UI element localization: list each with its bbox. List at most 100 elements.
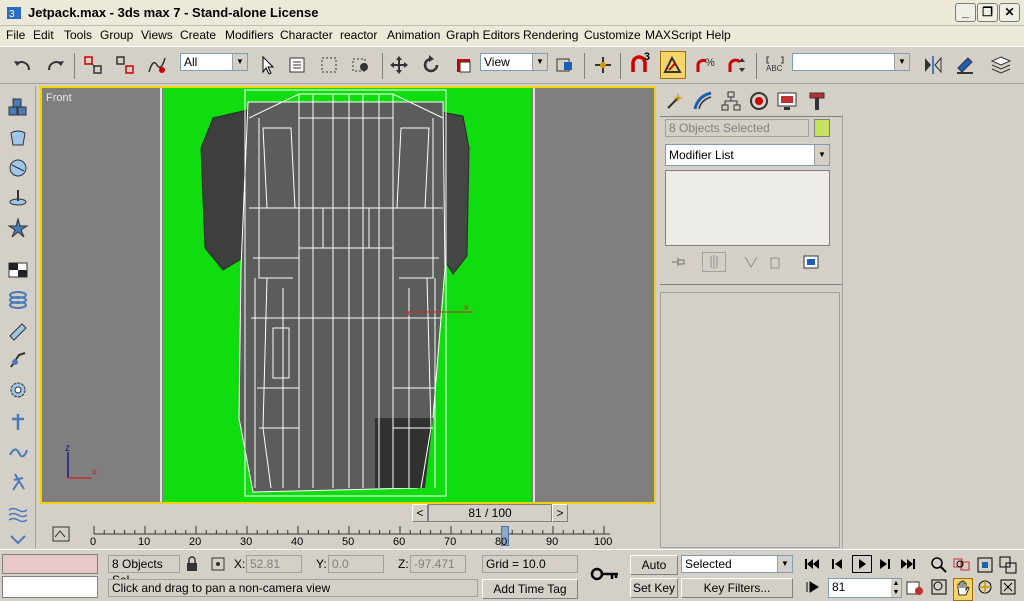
menu-create[interactable]: Create: [180, 28, 216, 42]
play-icon[interactable]: [852, 555, 872, 573]
objects-tab-button[interactable]: [6, 96, 30, 120]
menu-edit[interactable]: Edit: [33, 28, 54, 42]
go-to-end-icon[interactable]: [900, 557, 916, 574]
helpers-tab-button[interactable]: [6, 440, 30, 464]
select-and-move-button[interactable]: [386, 51, 412, 79]
menu-customize[interactable]: Customize: [584, 28, 641, 42]
maximize-button[interactable]: ❐: [977, 3, 998, 22]
menu-reactor[interactable]: reactor: [340, 28, 377, 42]
auto-key-button[interactable]: Auto Key: [630, 555, 678, 590]
particles-tab-button[interactable]: [6, 216, 30, 240]
character-tab-button[interactable]: [6, 470, 30, 494]
go-to-start-icon[interactable]: [804, 557, 820, 574]
key-icon[interactable]: [590, 564, 620, 587]
reference-coordinate-dropdown[interactable]: View ▼: [480, 53, 548, 71]
absolute-mode-icon[interactable]: [210, 556, 226, 575]
arc-rotate-icon[interactable]: [976, 578, 994, 599]
angle-snap-toggle-button[interactable]: [660, 51, 686, 79]
tab-hierarchy[interactable]: [720, 90, 744, 112]
maximize-viewport-icon[interactable]: [999, 578, 1017, 599]
zoom-extents-all-icon[interactable]: [999, 556, 1017, 577]
time-configuration-icon[interactable]: [906, 580, 924, 599]
viewport-label[interactable]: Front: [46, 92, 72, 104]
patch-grids-tab-button[interactable]: [6, 258, 30, 282]
show-end-result-icon[interactable]: [702, 252, 726, 272]
menu-modifiers[interactable]: Modifiers: [225, 28, 274, 42]
remove-modifier-icon[interactable]: [766, 254, 784, 273]
next-frame-icon[interactable]: [876, 557, 892, 574]
compounds-tab-button[interactable]: [6, 156, 30, 180]
modifier-list-dropdown[interactable]: Modifier List ▼: [665, 144, 830, 166]
modifiers-tab-button[interactable]: [6, 318, 30, 342]
menu-tools[interactable]: Tools: [64, 28, 92, 42]
time-slider-next-button[interactable]: >: [552, 504, 568, 522]
previous-frame-icon[interactable]: [830, 557, 846, 574]
z-coord-field[interactable]: -97.471: [410, 555, 466, 573]
lights-tab-button[interactable]: [6, 186, 30, 210]
select-and-manipulate-button[interactable]: [590, 51, 616, 79]
tab-display[interactable]: [776, 90, 800, 112]
mirror-button[interactable]: [920, 51, 946, 79]
object-name-field[interactable]: 8 Objects Selected: [665, 119, 809, 137]
time-slider-prev-button[interactable]: <: [412, 504, 428, 522]
select-by-name-button[interactable]: [284, 51, 310, 79]
pin-stack-icon[interactable]: [670, 254, 688, 273]
time-slider-thumb[interactable]: 81 / 100: [428, 504, 552, 522]
menu-graph-editors[interactable]: Graph Editors: [446, 28, 520, 42]
field-of-view-icon[interactable]: [930, 578, 948, 599]
close-button[interactable]: ✕: [999, 3, 1020, 22]
window-crossing-button[interactable]: [348, 51, 374, 79]
layer-manager-button[interactable]: [988, 51, 1014, 79]
time-slider[interactable]: < 81 / 100 >: [412, 504, 568, 522]
x-coord-field[interactable]: 52.81: [246, 555, 302, 573]
rectangular-selection-button[interactable]: [316, 51, 342, 79]
edit-named-selection-button[interactable]: ABC: [762, 51, 788, 79]
zoom-extents-icon[interactable]: [976, 556, 994, 577]
named-selection-dropdown[interactable]: ▼: [792, 53, 910, 71]
menu-animation[interactable]: Animation: [387, 28, 440, 42]
key-filters-button[interactable]: Key Filters...: [681, 578, 793, 598]
percent-snap-button[interactable]: %: [692, 51, 718, 79]
use-pivot-center-button[interactable]: [552, 51, 578, 79]
set-key-button[interactable]: Set Key: [630, 578, 678, 598]
minimize-button[interactable]: _: [955, 3, 976, 22]
zoom-icon[interactable]: [930, 556, 948, 577]
tab-modify[interactable]: [692, 90, 716, 112]
key-mode-toggle-icon[interactable]: [806, 580, 820, 597]
spinner-icon[interactable]: ▲ ▼: [891, 579, 901, 597]
select-object-button[interactable]: [254, 51, 280, 79]
tab-create[interactable]: [664, 90, 688, 112]
utilities-tab-button[interactable]: [6, 378, 30, 402]
cameras-tab-button[interactable]: [6, 410, 30, 434]
bind-space-warp-button[interactable]: [144, 51, 170, 79]
menu-views[interactable]: Views: [141, 28, 173, 42]
y-coord-field[interactable]: 0.0: [328, 555, 384, 573]
modifier-stack-list[interactable]: [665, 170, 830, 246]
pan-hand-icon[interactable]: [953, 578, 973, 601]
align-button[interactable]: [952, 51, 978, 79]
menu-help[interactable]: Help: [706, 28, 731, 42]
menu-group[interactable]: Group: [100, 28, 133, 42]
make-unique-icon[interactable]: [742, 254, 760, 273]
add-time-tag-button[interactable]: Add Time Tag: [482, 579, 578, 599]
zoom-all-icon[interactable]: [953, 556, 971, 577]
menu-character[interactable]: Character: [280, 28, 333, 42]
spinner-snap-button[interactable]: [724, 51, 750, 79]
select-and-link-button[interactable]: [80, 51, 106, 79]
unlink-selection-button[interactable]: [112, 51, 138, 79]
dynamics-tab-button[interactable]: [6, 348, 30, 372]
nurbs-tab-button[interactable]: [6, 288, 30, 312]
maxscript-input[interactable]: [2, 576, 98, 598]
selection-filter-dropdown[interactable]: All ▼: [180, 53, 248, 71]
snaps-toggle-button[interactable]: 3: [626, 51, 652, 79]
maxscript-listener-mini[interactable]: [2, 554, 98, 574]
configure-modifier-sets-icon[interactable]: [802, 254, 820, 273]
redo-button[interactable]: [42, 51, 68, 79]
current-frame-field[interactable]: 81 ▲ ▼: [828, 578, 902, 598]
lock-icon[interactable]: [186, 556, 198, 575]
trackbar[interactable]: 0 10 20 30 40 50 60 70 80 90 100: [40, 522, 656, 548]
menu-file[interactable]: File: [6, 28, 25, 42]
key-mode-dropdown[interactable]: Selected ▼: [681, 555, 793, 573]
tab-utilities[interactable]: [806, 90, 830, 112]
menu-rendering[interactable]: Rendering: [523, 28, 578, 42]
